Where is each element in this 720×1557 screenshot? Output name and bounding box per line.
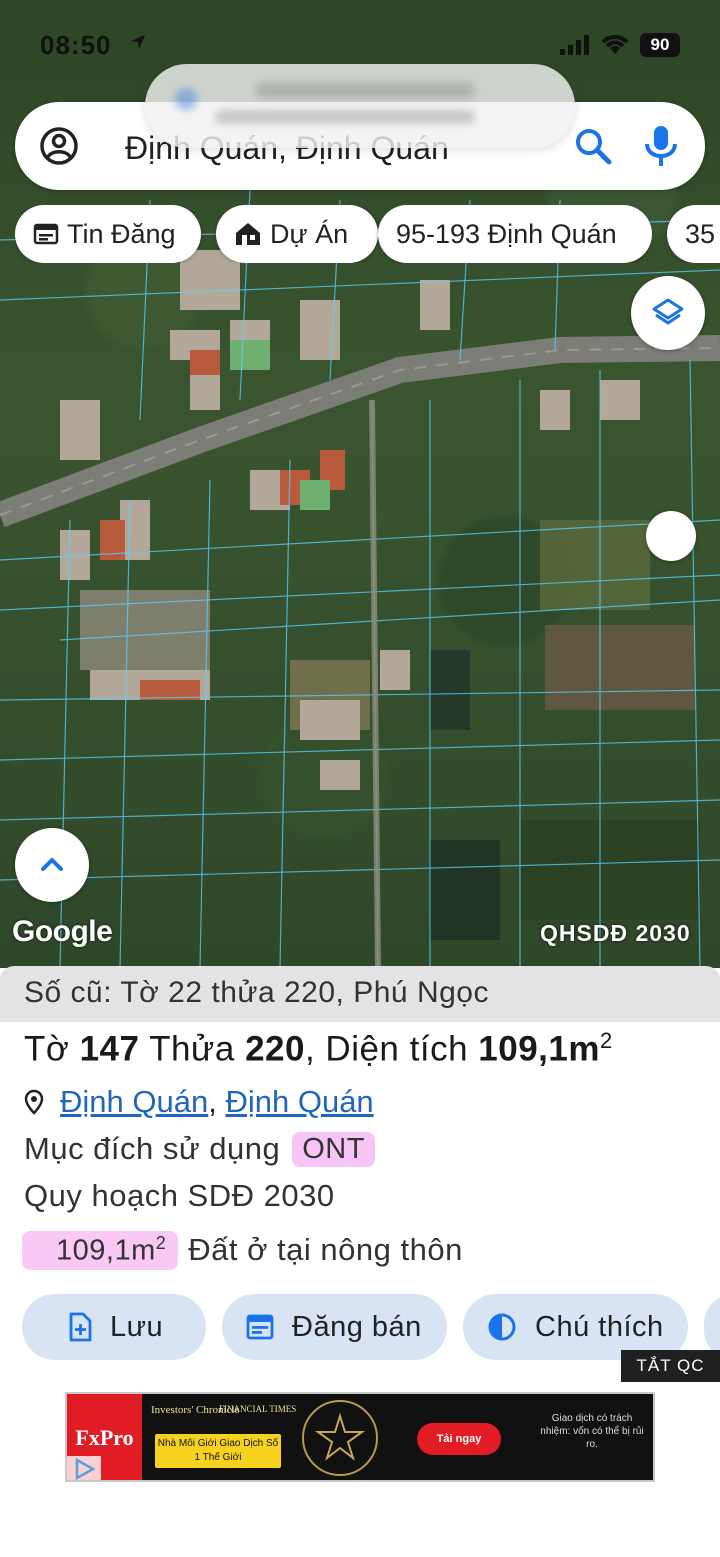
contrast-icon <box>488 1313 516 1341</box>
location-pin-icon <box>24 1089 44 1115</box>
layers-icon <box>652 298 684 325</box>
chip-du-an[interactable]: Dự Án <box>216 205 378 263</box>
plan-layer-label: QHSDĐ 2030 <box>540 920 691 946</box>
land-plan-label: Quy hoạch SDĐ 2030 <box>24 1178 335 1213</box>
chip-label: Tin Đăng <box>67 219 176 249</box>
sheet-number: 147 <box>79 1029 140 1069</box>
ad-headline: Nhà Môi Giới Giao Dịch Số 1 Thế Giới <box>155 1434 281 1468</box>
save-button[interactable]: Lưu <box>22 1294 206 1360</box>
post-for-sale-label: Đăng bán <box>292 1310 422 1343</box>
layers-button[interactable] <box>631 276 705 350</box>
chip-label: 95-193 Định Quán <box>396 219 617 249</box>
chip-tin-dang[interactable]: Tin Đăng <box>15 205 201 263</box>
microphone-icon[interactable] <box>639 122 683 170</box>
save-label: Lưu <box>110 1310 164 1343</box>
ad-download-button[interactable]: Tải ngay <box>417 1423 501 1455</box>
plan-area-value: 109,1m <box>56 1234 156 1267</box>
chip-label: 35 <box>685 219 716 249</box>
award-badge-icon <box>302 1400 378 1476</box>
old-parcel-text: Số cũ: Tờ 22 thửa 220, Phú Ngọc <box>24 976 489 1009</box>
satellite-map[interactable]: 08:50 90 Định Quán, Định Quán Tin Đăng D… <box>0 0 720 968</box>
parcel-title: Tờ 147 Thửa 220, Diện tích 109,1m2 <box>24 1028 613 1070</box>
adchoices-icon[interactable] <box>67 1456 101 1480</box>
ad-ft-logo: FINANCIAL TIMES <box>219 1404 297 1414</box>
wifi-icon <box>601 35 629 54</box>
area-label: , Diện tích <box>304 1029 469 1069</box>
area-value: 109,1m <box>478 1029 600 1069</box>
map-handle-button[interactable] <box>646 511 696 561</box>
plan-area-description: Đất ở tại nông thôn <box>188 1232 463 1268</box>
post-for-sale-button[interactable]: Đăng bán <box>222 1294 447 1360</box>
purpose-label: Mục đích sử dụng <box>24 1131 281 1166</box>
location-row: Định Quán, Định Quán <box>24 1082 374 1122</box>
calendar-icon <box>33 223 59 245</box>
plan-area-badge: 109,1m2 <box>22 1231 179 1270</box>
add-file-icon <box>69 1312 92 1342</box>
signal-icon <box>560 35 589 55</box>
hide-ads-button[interactable]: TẮT QC <box>621 1350 720 1382</box>
ad-risk-warning: Giao dịch có trách nhiệm: vốn có thể bị … <box>540 1413 644 1450</box>
google-logo: Google <box>12 915 113 948</box>
area-unit-sup: 2 <box>600 1028 613 1053</box>
land-use-purpose: Mục đích sử dụng ONT <box>24 1131 375 1167</box>
status-time: 08:50 <box>40 30 112 60</box>
account-icon[interactable] <box>39 126 79 166</box>
filter-chips: Tin Đăng Dự Án 95-193 Định Quán 35 <box>15 205 720 263</box>
location-separator: , <box>208 1084 217 1119</box>
ad-banner[interactable]: FxPro Investors' Chronicle FINANCIAL TIM… <box>65 1392 655 1482</box>
expand-panel-button[interactable] <box>15 828 89 902</box>
calendar-icon <box>246 1314 274 1340</box>
search-icon[interactable] <box>571 124 615 168</box>
notification-overlay <box>145 64 575 148</box>
chip-more[interactable]: 35 <box>667 205 720 263</box>
chip-label: Dự Án <box>270 219 349 249</box>
house-icon <box>236 223 260 245</box>
plan-area-row: 109,1m2 Đất ở tại nông thôn <box>22 1231 463 1270</box>
sheet-label: Tờ <box>24 1029 70 1069</box>
lot-label: Thửa <box>149 1029 235 1069</box>
old-parcel-info: Số cũ: Tờ 22 thửa 220, Phú Ngọc <box>0 966 720 1022</box>
province-link[interactable]: Định Quán <box>225 1084 373 1120</box>
action-buttons: Lưu Đăng bán Chú thích <box>22 1294 720 1360</box>
purpose-code-badge: ONT <box>292 1131 375 1167</box>
location-arrow-icon <box>131 35 145 49</box>
district-link[interactable]: Định Quán <box>60 1084 208 1120</box>
battery-indicator: 90 <box>640 33 680 57</box>
chevron-up-icon <box>41 858 63 871</box>
chip-address[interactable]: 95-193 Định Quán <box>378 205 652 263</box>
lot-number: 220 <box>245 1029 305 1069</box>
plan-area-unit-sup: 2 <box>155 1233 167 1253</box>
legend-label: Chú thích <box>535 1310 664 1343</box>
